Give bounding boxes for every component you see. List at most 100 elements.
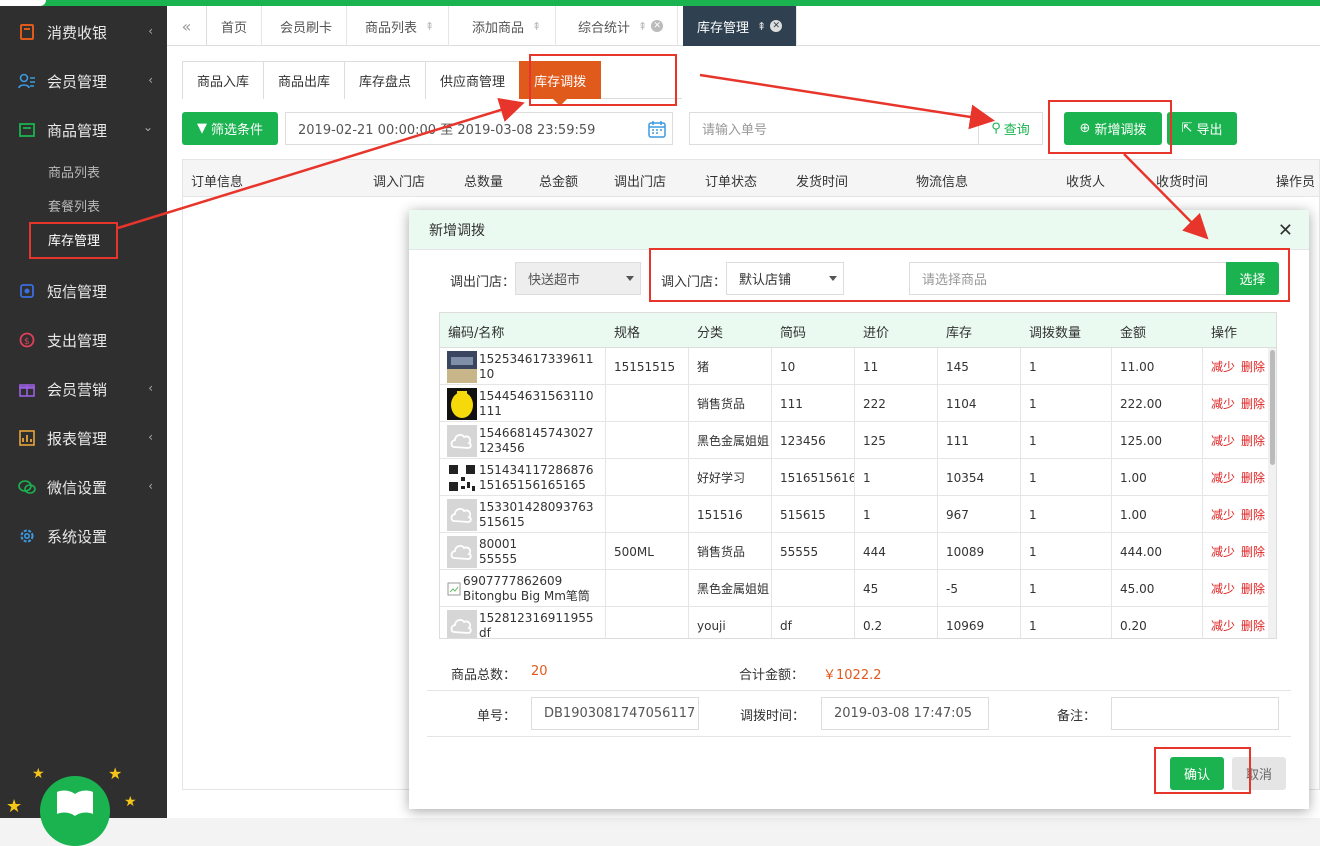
transfer-time-field[interactable]: 2019-03-08 17:47:05	[821, 697, 989, 730]
product-thumbnail	[447, 350, 479, 383]
cell-category: 151516	[689, 496, 772, 533]
query-button[interactable]: ⚲ 查询	[979, 112, 1043, 145]
subtab-stock-out[interactable]: 商品出库	[263, 61, 346, 99]
product-name: 123456	[479, 440, 525, 455]
decrease-link[interactable]: 减少	[1211, 469, 1235, 486]
tab-inventory[interactable]: 库存管理 ⇞ ✕	[683, 6, 798, 46]
column-header: 收货人	[1066, 175, 1106, 190]
delete-link[interactable]: 删除	[1241, 580, 1265, 597]
sidebar-item-reports[interactable]: 报表管理 ‹	[0, 418, 167, 458]
product-code: 154454631563110	[479, 388, 594, 403]
filter-button[interactable]: ▼ 筛选条件	[182, 112, 278, 145]
cell-category: youji	[689, 607, 772, 638]
decrease-link[interactable]: 减少	[1211, 506, 1235, 523]
star-icon: ★	[124, 794, 137, 810]
delete-link[interactable]: 删除	[1241, 469, 1265, 486]
cell-amount: 11.00	[1112, 348, 1203, 385]
search-icon: ⚲	[991, 121, 1001, 136]
date-range-input[interactable]: 2019-02-21 00:00:00 至 2019-03-08 23:59:5…	[285, 112, 673, 145]
tab-product-list[interactable]: 商品列表 ⇞	[351, 6, 450, 46]
cash-register-icon	[18, 23, 36, 41]
column-header: 分类	[697, 326, 724, 341]
export-button[interactable]: ⇱ 导出	[1167, 112, 1237, 145]
cell-stock: 10354	[938, 459, 1021, 496]
confirm-button[interactable]: 确认	[1170, 757, 1224, 790]
query-label: 查询	[1003, 123, 1030, 138]
cell-spec	[606, 496, 689, 533]
cell-qty: 1	[1021, 570, 1112, 607]
pin-icon[interactable]: ⇞	[638, 20, 647, 33]
tab-add-product[interactable]: 添加商品 ⇞	[458, 6, 557, 46]
subtab-stock-in[interactable]: 商品入库	[182, 61, 265, 99]
close-icon[interactable]: ✕	[1278, 220, 1293, 241]
sidebar-sub-package-list[interactable]: 套餐列表	[30, 188, 118, 222]
sidebar-footer: ★ ★ ★ ★	[0, 756, 167, 846]
goods-icon	[18, 121, 36, 139]
pin-icon[interactable]: ⇞	[757, 20, 766, 33]
cell-code-name: 80001 55555	[440, 533, 606, 570]
help-book-button[interactable]	[40, 776, 110, 846]
sidebar-item-marketing[interactable]: 会员营销 ‹	[0, 369, 167, 409]
sidebar-item-goods[interactable]: 商品管理 ⌄	[0, 110, 167, 150]
choose-product-button[interactable]: 选择	[1226, 262, 1279, 295]
subtab-transfer[interactable]: 库存调拨	[519, 61, 602, 106]
cell-amount: 1.00	[1112, 496, 1203, 533]
cell-stock: 1104	[938, 385, 1021, 422]
product-code: 151434117286876	[479, 462, 594, 477]
in-store-select[interactable]: 默认店铺	[726, 262, 844, 295]
sidebar-item-label: 短信管理	[47, 282, 108, 301]
cell-actions: 减少 删除	[1203, 533, 1273, 570]
column-header: 物流信息	[916, 175, 969, 190]
tab-home[interactable]: 首页	[207, 6, 263, 46]
column-header: 发货时间	[796, 175, 849, 190]
decrease-link[interactable]: 减少	[1211, 617, 1235, 634]
sidebar-item-expense[interactable]: $ 支出管理	[0, 320, 167, 360]
report-icon	[18, 429, 36, 447]
new-transfer-button[interactable]: ⊕ 新增调拨	[1064, 112, 1162, 145]
product-search-input[interactable]: 请选择商品	[909, 262, 1227, 295]
order-no-field[interactable]: DB1903081747056117	[531, 697, 699, 730]
close-icon[interactable]: ✕	[651, 20, 664, 32]
sidebar-sub-product-list[interactable]: 商品列表	[30, 154, 118, 188]
decrease-link[interactable]: 减少	[1211, 358, 1235, 375]
chevron-left-icon: ‹	[148, 73, 153, 87]
close-icon[interactable]: ✕	[770, 20, 783, 32]
order-number-input[interactable]: 请输入单号	[689, 112, 979, 145]
calendar-icon[interactable]	[648, 120, 666, 138]
delete-link[interactable]: 删除	[1241, 432, 1265, 449]
pin-icon[interactable]: ⇞	[425, 20, 434, 33]
book-icon	[57, 790, 93, 816]
table-row: 152534617339611 10 15151515 猪 10 11 145 1 11.00 减…	[440, 348, 1270, 385]
tab-member-card[interactable]: 会员刷卡	[266, 6, 348, 46]
delete-link[interactable]: 删除	[1241, 617, 1265, 634]
decrease-link[interactable]: 减少	[1211, 432, 1235, 449]
cell-stock: -5	[938, 570, 1021, 607]
out-store-label: 调出门店：	[450, 275, 516, 290]
delete-link[interactable]: 删除	[1241, 395, 1265, 412]
decrease-link[interactable]: 减少	[1211, 580, 1235, 597]
tab-statistics[interactable]: 综合统计 ⇞ ✕	[564, 6, 679, 46]
sidebar-item-settings[interactable]: 系统设置	[0, 516, 167, 556]
remark-field[interactable]	[1111, 697, 1279, 730]
delete-link[interactable]: 删除	[1241, 543, 1265, 560]
decrease-link[interactable]: 减少	[1211, 543, 1235, 560]
chevron-left-icon: ‹	[148, 381, 153, 395]
sidebar-item-wechat[interactable]: 微信设置 ‹	[0, 467, 167, 507]
pin-icon[interactable]: ⇞	[532, 20, 541, 33]
delete-link[interactable]: 删除	[1241, 506, 1265, 523]
cancel-button[interactable]: 取消	[1232, 757, 1286, 790]
inventory-subtabs: 商品入库 商品出库 库存盘点 供应商管理 库存调拨	[182, 61, 682, 106]
subtab-suppliers[interactable]: 供应商管理	[425, 61, 521, 99]
delete-link[interactable]: 删除	[1241, 358, 1265, 375]
decrease-link[interactable]: 减少	[1211, 395, 1235, 412]
subtab-stocktake[interactable]: 库存盘点	[344, 61, 427, 99]
column-header: 编码/名称	[448, 326, 505, 341]
column-header: 进价	[863, 326, 890, 341]
sidebar-item-sms[interactable]: 短信管理	[0, 271, 167, 311]
scroll-tabs-left-icon[interactable]: «	[167, 6, 207, 46]
sidebar-sub-inventory[interactable]: 库存管理	[30, 222, 118, 256]
cell-qty: 1	[1021, 422, 1112, 459]
sidebar-item-checkout[interactable]: 消费收银 ‹	[0, 12, 167, 52]
grid-scrollbar-thumb[interactable]	[1270, 350, 1275, 465]
sidebar-item-members[interactable]: 会员管理 ‹	[0, 61, 167, 101]
